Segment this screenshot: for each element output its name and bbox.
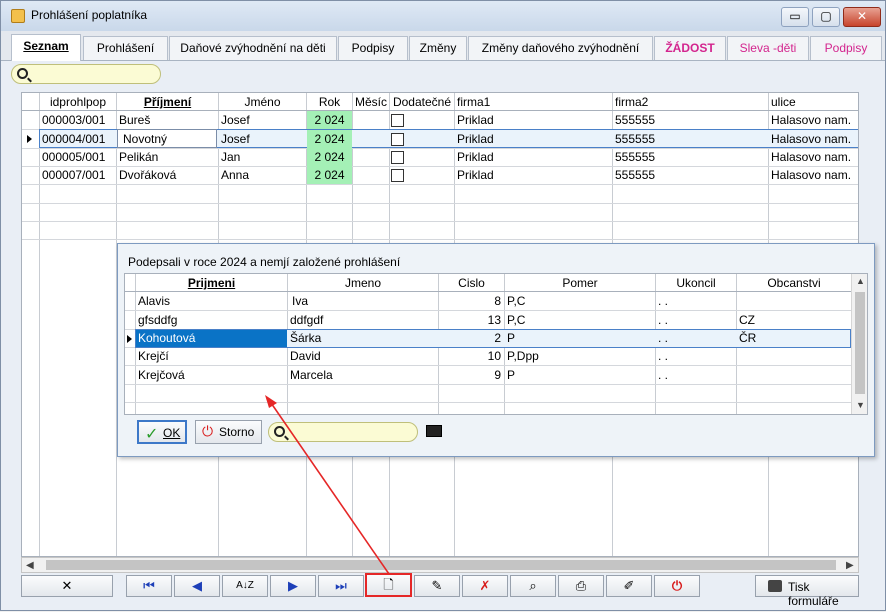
annotation-arrow-head [265,395,277,408]
annotation-arrow-line [268,399,390,575]
main-window: Prohlášení poplatníka ▭ ▢ ✕ Seznam Prohl… [0,0,886,611]
annotation-arrow [265,395,390,575]
